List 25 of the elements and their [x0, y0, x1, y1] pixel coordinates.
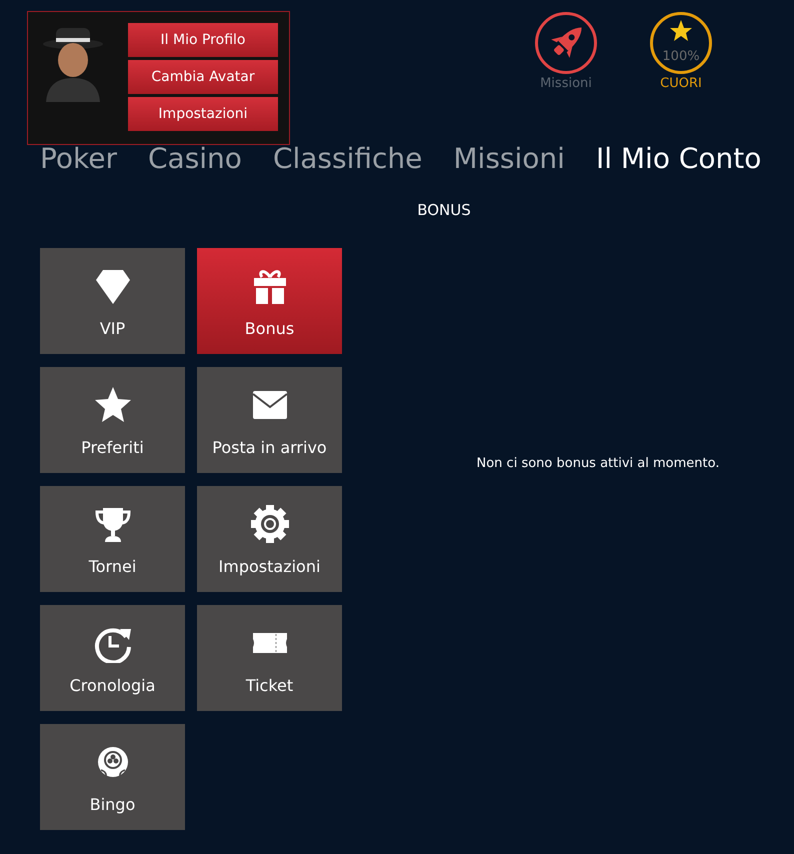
rocket-icon[interactable] [534, 11, 598, 75]
menu-tile[interactable]: Impostazioni [197, 486, 342, 592]
menu-tile[interactable]: Ticket [197, 604, 342, 710]
nav-tab[interactable]: Poker [40, 145, 117, 173]
nav-tab[interactable]: Casino [148, 145, 242, 173]
star-icon [92, 384, 132, 424]
percent-reading: 100% [662, 48, 700, 66]
nav-tab[interactable]: Missioni [453, 145, 565, 173]
nav-tab[interactable]: Classifiche [272, 145, 422, 173]
menu-tile[interactable]: Posta in arrivo [197, 366, 342, 472]
star-progress-icon[interactable] [649, 11, 713, 75]
menu-tile[interactable]: Tornei [40, 486, 185, 592]
profile-menu-button[interactable]: Cambia Avatar [128, 60, 278, 94]
menu-tile[interactable]: Cronologia [40, 604, 185, 710]
menu-tile[interactable]: Bonus [197, 248, 342, 354]
profile-menu-button[interactable]: Impostazioni [128, 97, 278, 131]
menu-tile[interactable]: Bingo [40, 724, 185, 830]
menu-tile[interactable]: VIP [40, 248, 185, 354]
profile-menu-button[interactable]: Il Mio Profilo [128, 23, 278, 57]
nav-tab[interactable]: Il Mio Conto [596, 145, 762, 173]
empty-message: Non ci sono bonus attivi al momento. [476, 454, 720, 473]
menu-tile[interactable]: Preferiti [40, 366, 185, 472]
gear-icon [250, 504, 290, 544]
section-title: BONUS [417, 200, 471, 221]
badge-label[interactable]: CUORI [660, 74, 702, 94]
